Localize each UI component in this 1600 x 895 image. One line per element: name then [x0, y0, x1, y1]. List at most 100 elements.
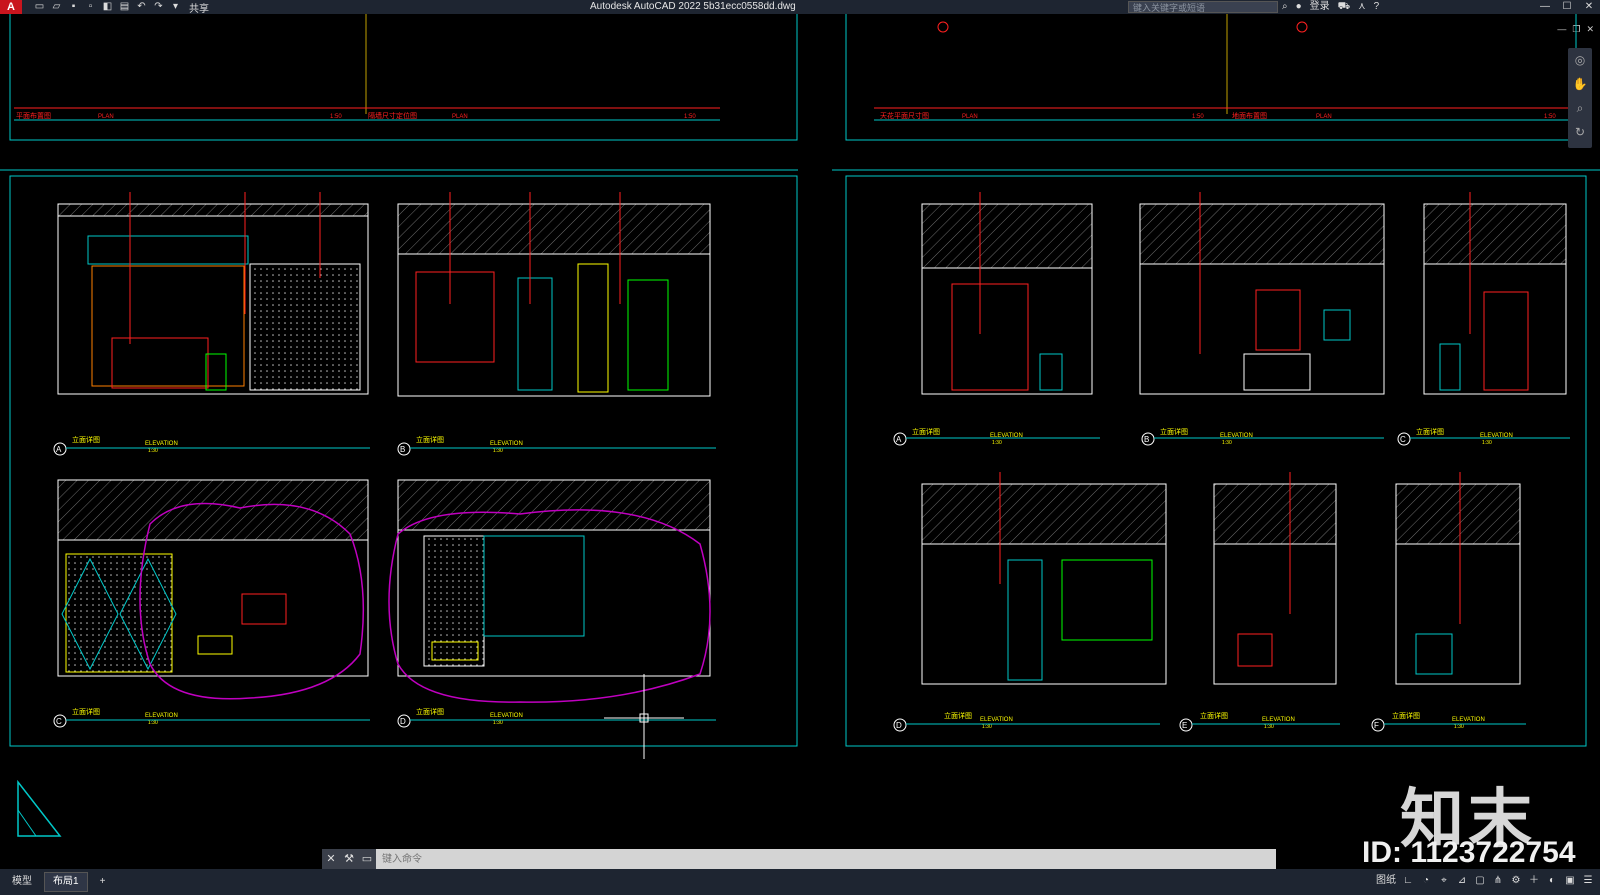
redo-icon[interactable]: ↷ [153, 2, 164, 12]
title-c-left: 立面详图 [72, 707, 100, 716]
close-command-icon[interactable]: ✕ [322, 849, 340, 869]
search-icon[interactable]: ⌕ [1282, 0, 1288, 14]
ortho-icon[interactable]: ⊿ [1456, 873, 1468, 889]
orbit-icon[interactable]: ↻ [1568, 120, 1592, 144]
login-button[interactable]: 登录 [1310, 0, 1330, 14]
selection-cycle-icon[interactable]: ▢ [1474, 873, 1486, 889]
plan-scale-3: 1:50 [1192, 114, 1204, 120]
command-input[interactable] [376, 849, 1276, 869]
hardware-icon[interactable]: ▣ [1564, 873, 1576, 889]
help-icon[interactable]: ? [1374, 0, 1380, 14]
elevation-e-right [1213, 472, 1337, 685]
sub-a-left: ELEVATION [145, 441, 178, 447]
sub-b-left: ELEVATION [490, 441, 523, 447]
undo-icon[interactable]: ↶ [136, 2, 147, 12]
elevation-b-left [397, 192, 711, 397]
paper-space-toggle[interactable]: 图纸 [1376, 873, 1396, 889]
scale-d-right: 1:30 [982, 724, 992, 730]
sub-d-right: ELEVATION [980, 717, 1013, 723]
save-as-icon[interactable]: ▫ [85, 2, 96, 12]
snap-icon[interactable]: ∟ [1402, 873, 1414, 889]
tab-layout1[interactable]: 布局1 [44, 872, 88, 892]
title-a-left: 立面详图 [72, 435, 100, 444]
mark-e-right: E [1182, 721, 1187, 730]
elevation-c-left [57, 479, 369, 700]
mark-c-right: C [1400, 435, 1406, 444]
title-e-right: 立面详图 [1200, 711, 1228, 720]
sub-c-left: ELEVATION [145, 713, 178, 719]
steering-wheel-icon[interactable]: ◎ [1568, 48, 1592, 72]
mark-d-left: D [400, 717, 406, 726]
plan-frame-left [9, 14, 798, 141]
window-controls: — ☐ ✕ [1534, 0, 1600, 14]
mark-b-right: B [1144, 435, 1149, 444]
title-a-right: 立面详图 [912, 427, 940, 436]
status-bar: 模型 布局1 + 图纸 ∟ ◔ ⌖ ⊿ ▢ ⋔ ⚙ ＋ ◐ ▣ ☰ [0, 869, 1600, 895]
mark-d-right: D [896, 721, 902, 730]
plan-sub-2: PLAN [452, 114, 468, 120]
workspace-gear-icon[interactable]: ⚙ [1510, 873, 1522, 889]
title-f-right: 立面详图 [1392, 711, 1420, 720]
cart-icon[interactable]: ⛟ [1338, 0, 1351, 14]
close-button[interactable]: ✕ [1578, 0, 1600, 14]
sub-f-right: ELEVATION [1452, 717, 1485, 723]
autodesk-icon[interactable]: ⋏ [1358, 0, 1365, 14]
quick-access-toolbar: ▭ ▱ ▪ ▫ ◧ ▤ ↶ ↷ ▾ [34, 2, 181, 12]
web-icon[interactable]: ◧ [102, 2, 113, 12]
plan-sub-3: PLAN [962, 114, 978, 120]
plan-label-4: 地面布置图 [1232, 111, 1267, 120]
polar-icon[interactable]: ◔ [1420, 873, 1432, 889]
scale-c-left: 1:30 [148, 720, 158, 726]
sub-e-right: ELEVATION [1262, 717, 1295, 723]
sub-d-left: ELEVATION [490, 713, 523, 719]
tab-model[interactable]: 模型 [4, 873, 40, 891]
plan-frame-right [845, 14, 1577, 141]
share-button[interactable]: 共享 [189, 0, 209, 15]
zoom-icon[interactable]: ⌕ [1568, 96, 1592, 120]
customize-menu-icon[interactable]: ☰ [1582, 873, 1594, 889]
scale-c-right: 1:30 [1482, 440, 1492, 446]
customize-icon[interactable]: ⚒ [340, 849, 358, 869]
right-titles: A 立面详图 ELEVATION 1:30 B 立面详图 ELEVATION 1… [893, 427, 1570, 732]
open-file-icon[interactable]: ▱ [51, 2, 62, 12]
annotation-scale-icon[interactable]: ⋔ [1492, 873, 1504, 889]
ucs-icon [17, 780, 62, 837]
scale-b-left: 1:30 [493, 448, 503, 454]
status-tools: 图纸 ∟ ◔ ⌖ ⊿ ▢ ⋔ ⚙ ＋ ◐ ▣ ☰ [1376, 873, 1594, 889]
navigation-bar: ◎ ✋ ⌕ ↻ [1568, 48, 1592, 148]
elevation-a-right [921, 192, 1093, 395]
maximize-button[interactable]: ☐ [1556, 0, 1578, 14]
autocad-logo[interactable]: A [0, 0, 22, 14]
scale-f-right: 1:30 [1454, 724, 1464, 730]
plan-scale-2: 1:50 [684, 114, 696, 120]
elevation-c-right [1423, 192, 1567, 395]
pan-icon[interactable]: ✋ [1568, 72, 1592, 96]
plan-sub-4: PLAN [1316, 114, 1332, 120]
mark-f-right: F [1374, 721, 1379, 730]
save-icon[interactable]: ▪ [68, 2, 79, 12]
search-input[interactable]: 键入关键字或短语 [1128, 1, 1278, 13]
plus-icon[interactable]: ＋ [1528, 873, 1540, 889]
elevation-f-right [1395, 472, 1521, 685]
plan-sub-1: PLAN [98, 114, 114, 120]
isolate-icon[interactable]: ◐ [1546, 873, 1558, 889]
mark-a-right: A [896, 435, 902, 444]
dropdown-icon[interactable]: ▾ [170, 2, 181, 12]
elevation-a-left [57, 192, 369, 395]
plan-label-2: 隔墙尺寸定位图 [368, 111, 417, 120]
drawing-canvas[interactable]: 平面布置图 PLAN 1:50 隔墙尺寸定位图 PLAN 1:50 天花平面尺寸… [0, 14, 1600, 849]
elevation-d-left [388, 479, 711, 703]
tab-add[interactable]: + [92, 873, 114, 891]
new-file-icon[interactable]: ▭ [34, 2, 45, 12]
plan-label-3: 天花平面尺寸图 [880, 111, 929, 120]
recent-commands-icon[interactable]: ▭ [358, 849, 376, 869]
mark-a-left: A [56, 445, 62, 454]
osnap-icon[interactable]: ⌖ [1438, 873, 1450, 889]
title-d-left: 立面详图 [416, 707, 444, 716]
elevation-b-right [1139, 192, 1385, 395]
plan-label-1: 平面布置图 [16, 111, 51, 120]
user-icon: ● [1295, 1, 1302, 12]
mark-c-left: C [56, 717, 62, 726]
minimize-button[interactable]: — [1534, 0, 1556, 14]
plot-icon[interactable]: ▤ [119, 2, 130, 12]
